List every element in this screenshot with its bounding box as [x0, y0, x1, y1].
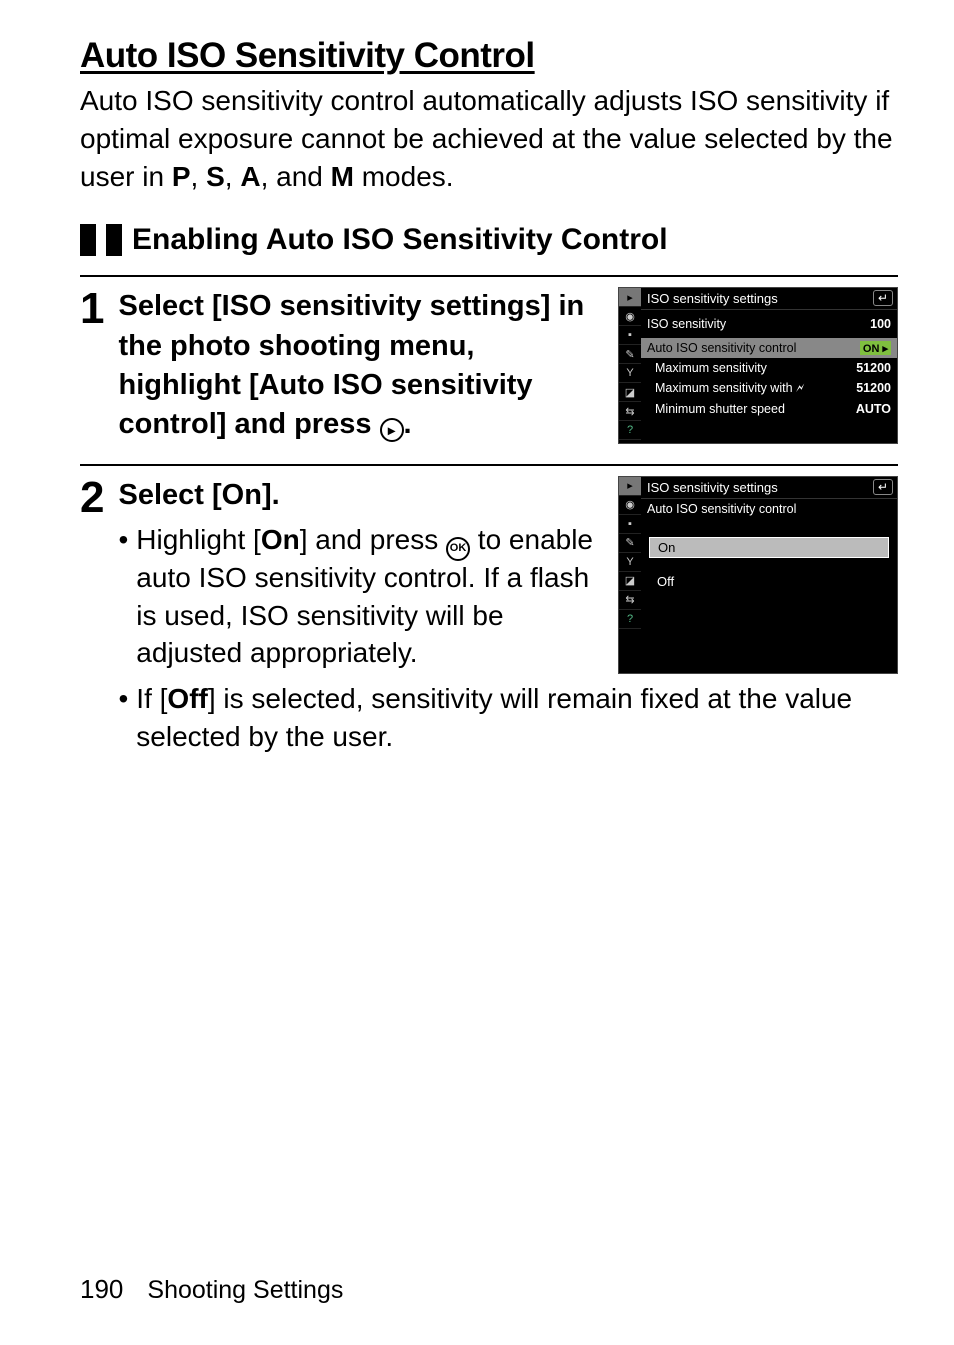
lcd2-tabs: ▸ ◉ ▪ ✎ Y ◪ ⇆ ?: [619, 477, 641, 629]
lcd1-tabs: ▸ ◉ ▪ ✎ Y ◪ ⇆ ?: [619, 288, 641, 440]
lcd2-sub-text: Auto ISO sensitivity control: [647, 502, 796, 516]
s1hb: ISO sensitivity settings: [222, 290, 541, 322]
b2c: ] is selected, sensitivity will remain f…: [136, 683, 852, 752]
s2hb: On: [222, 479, 262, 511]
intro-c2: ,: [225, 161, 241, 192]
lcd-tab-mymenu-icon: ⇆: [619, 591, 641, 610]
multi-selector-right-icon: ▸: [380, 418, 404, 442]
step-1: 1 Select [ISO sensitivity settings] in t…: [80, 275, 898, 444]
lcd2-subtitle: Auto ISO sensitivity control: [641, 499, 897, 519]
s1hf: .: [404, 408, 412, 440]
subsection-title: Enabling Auto ISO Sensitivity Control: [132, 223, 668, 257]
camera-screenshot-1: ▸ ◉ ▪ ✎ Y ◪ ⇆ ? ISO sensitivity settings: [618, 287, 898, 444]
mode-s: S: [206, 161, 225, 192]
lcd1-back-icon: ↵: [873, 290, 893, 306]
step-1-heading: Select [ISO sensitivity settings] in the…: [118, 287, 600, 444]
mode-a: A: [240, 161, 260, 192]
step-2: 2 Select [On]. • Highlight [On] and pres…: [80, 464, 898, 758]
step-1-number: 1: [80, 287, 104, 444]
intro-tail: modes.: [354, 161, 454, 192]
lcd1-title-text: ISO sensitivity settings: [647, 291, 778, 306]
lcd1-row-auto: Auto ISO sensitivity control ON ▸: [641, 338, 897, 358]
bullet-2: • If [Off] is selected, sensitivity will…: [118, 680, 898, 756]
page-number: 190: [80, 1274, 123, 1305]
camera-screenshot-2: ▸ ◉ ▪ ✎ Y ◪ ⇆ ? ISO sensitivity settings: [618, 476, 898, 674]
chapter-name: Shooting Settings: [147, 1276, 343, 1305]
lcd1-auto-label: Auto ISO sensitivity control: [647, 341, 796, 355]
subsection-marker-icon: [106, 224, 122, 256]
lcd1-min-val: AUTO: [856, 402, 891, 416]
lcd1-row-min: Minimum shutter speed AUTO: [641, 399, 897, 419]
lcd1-iso-label: ISO sensitivity: [647, 317, 726, 331]
lcd-tab-pencil-icon: ✎: [619, 345, 641, 364]
ok-button-icon: OK: [446, 537, 470, 561]
step-2-number: 2: [80, 476, 104, 758]
bullet-dot-icon: •: [118, 680, 128, 756]
step-2-bullets: • Highlight [On] and press OK to enable …: [118, 521, 600, 672]
lcd-tab-wrench-icon: Y: [619, 364, 641, 383]
lcd-tab-playback-icon: ▸: [619, 288, 641, 307]
lcd-tab-help-icon: ?: [619, 421, 641, 440]
b1c: ] and press: [300, 524, 446, 555]
lcd1-max-label: Maximum sensitivity: [655, 361, 767, 375]
s1ha: Select [: [118, 290, 221, 322]
lcd-tab-retouch-icon: ◪: [619, 572, 641, 591]
lcd-tab-playback-icon: ▸: [619, 477, 641, 496]
lcd-tab-mymenu-icon: ⇆: [619, 402, 641, 421]
lcd1-row-max: Maximum sensitivity 51200: [641, 358, 897, 378]
s1he: ] and press: [217, 408, 380, 440]
lcd-tab-pencil-icon: ✎: [619, 534, 641, 553]
mode-p: P: [172, 161, 191, 192]
lcd1-row-maxf: Maximum sensitivity with 🗲 51200: [641, 378, 897, 399]
mode-m: M: [331, 161, 354, 192]
b2a: If [: [136, 683, 167, 714]
b1a: Highlight [: [136, 524, 261, 555]
subsection-row: Enabling Auto ISO Sensitivity Control: [80, 223, 898, 257]
bullet-1: • Highlight [On] and press OK to enable …: [118, 521, 600, 672]
lcd1-max-val: 51200: [856, 361, 891, 375]
lcd2-back-icon: ↵: [873, 479, 893, 495]
step-2-heading: Select [On].: [118, 476, 600, 515]
page-footer: 190 Shooting Settings: [80, 1274, 343, 1305]
lcd-tab-help-icon: ?: [619, 610, 641, 629]
b1b: On: [261, 524, 300, 555]
lcd1-auto-val: ON ▸: [860, 341, 891, 355]
lcd1-min-label: Minimum shutter speed: [655, 402, 785, 416]
bullet-dot-icon: •: [118, 521, 128, 672]
lcd2-option-off: Off: [649, 572, 889, 591]
lcd-tab-video-icon: ▪: [619, 326, 641, 345]
s2ha: Select [: [118, 479, 221, 511]
lcd-tab-wrench-icon: Y: [619, 553, 641, 572]
lcd-tab-video-icon: ▪: [619, 515, 641, 534]
lcd-tab-camera-icon: ◉: [619, 496, 641, 515]
subsection-marker-icon: [80, 224, 96, 256]
b2b: Off: [167, 683, 207, 714]
section-title: Auto ISO Sensitivity Control: [80, 36, 898, 76]
intro-c1: ,: [191, 161, 207, 192]
lcd1-maxf-val: 51200: [856, 381, 891, 396]
lcd-tab-retouch-icon: ◪: [619, 383, 641, 402]
intro-c3: , and: [261, 161, 331, 192]
s2hc: ].: [262, 479, 280, 511]
intro-paragraph: Auto ISO sensitivity control automatical…: [80, 82, 898, 195]
lcd2-title-text: ISO sensitivity settings: [647, 480, 778, 495]
lcd1-maxf-label: Maximum sensitivity with 🗲: [655, 381, 804, 396]
lcd1-iso-val: 100: [870, 317, 891, 331]
lcd2-title: ISO sensitivity settings ↵: [641, 477, 897, 499]
lcd1-row-iso: ISO sensitivity 100: [641, 314, 897, 334]
lcd-tab-camera-icon: ◉: [619, 307, 641, 326]
lcd1-title: ISO sensitivity settings ↵: [641, 288, 897, 310]
lcd2-option-on: On: [649, 537, 889, 558]
step-2-bullets-cont: • If [Off] is selected, sensitivity will…: [118, 680, 898, 756]
